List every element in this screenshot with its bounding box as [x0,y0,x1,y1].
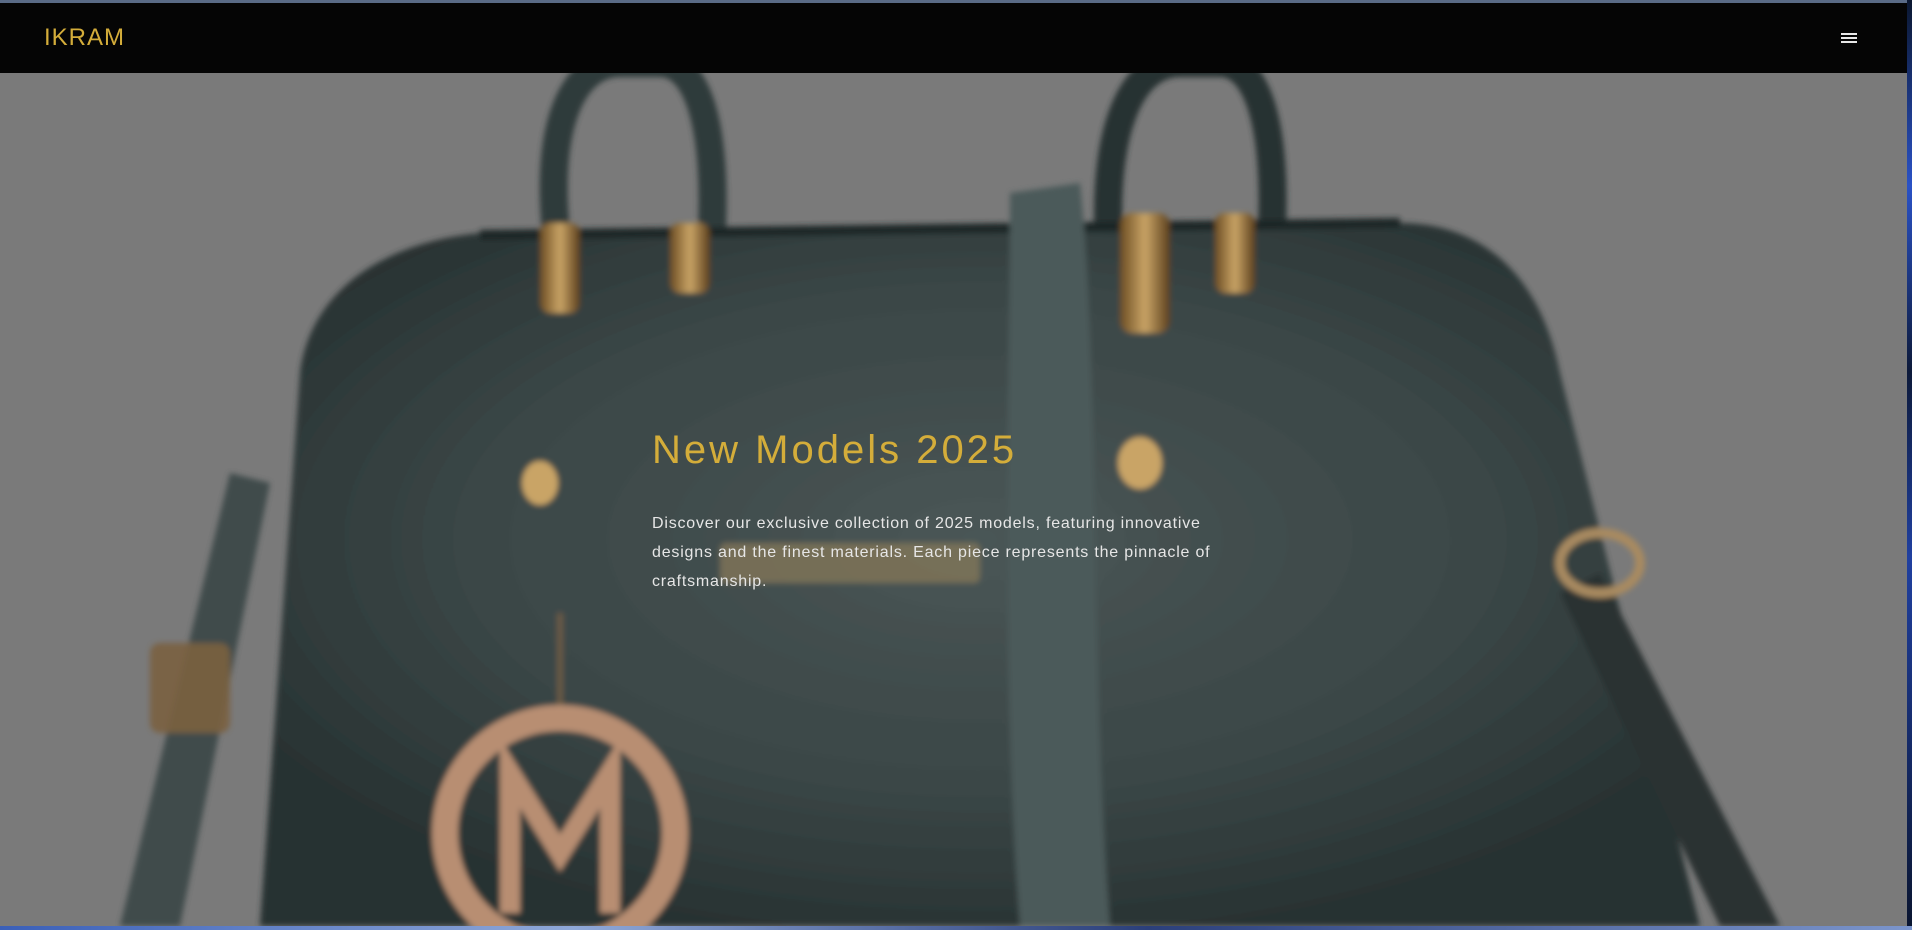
browser-viewport: IKRAM New Models 2025 Discover our exclu… [0,0,1907,926]
desktop-background-edge-bottom [0,926,1912,930]
hero-title: New Models 2025 [652,428,1018,472]
hero-section: New Models 2025 Discover our exclusive c… [0,73,1907,926]
hero-description: Discover our exclusive collection of 202… [652,515,1211,590]
brand-logo[interactable]: IKRAM [44,24,125,52]
hero-content: New Models 2025 Discover our exclusive c… [652,428,1252,596]
desktop-background-edge [1907,0,1912,930]
navbar: IKRAM [0,3,1907,73]
hamburger-menu-icon[interactable] [1841,27,1863,49]
